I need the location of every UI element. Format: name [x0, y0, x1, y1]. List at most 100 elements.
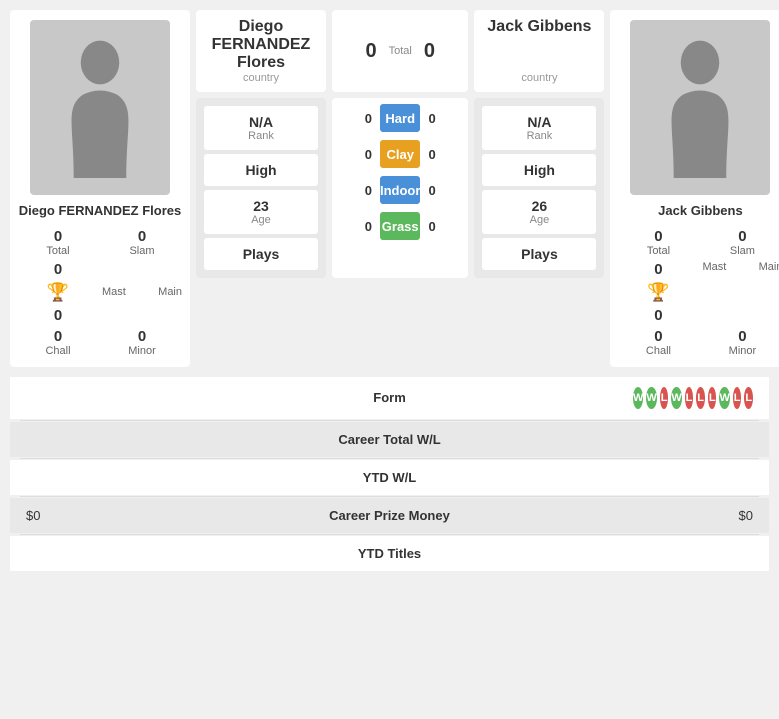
right-name-area: Jack Gibbens country — [474, 10, 604, 92]
ytd-titles-label: YTD Titles — [146, 546, 633, 561]
name-score-outer: Diego FERNANDEZ Flores country 0 Total 0… — [196, 10, 604, 92]
grass-bar: Grass — [380, 212, 420, 240]
right-slam-label: Slam — [730, 245, 755, 257]
form-badge-l: L — [685, 387, 694, 409]
right-minor-value: 0 — [738, 328, 746, 345]
bottom-stats: Form WWLWLLLWLL Career Total W/L YTD W/L… — [0, 377, 779, 581]
score-left: 0 — [365, 40, 376, 63]
indoor-score-left: 0 — [342, 183, 372, 198]
career-total-row: Career Total W/L — [10, 422, 769, 457]
grass-score-left: 0 — [342, 219, 372, 234]
right-slam-block: 0 Slam — [702, 228, 779, 257]
right-center-name: Jack Gibbens — [487, 18, 591, 72]
score-right: 0 — [424, 40, 435, 63]
right-mast-block: 0 🏆 0 — [618, 261, 698, 324]
left-minor-label: Minor — [128, 345, 156, 357]
left-total-block: 0 Total — [18, 228, 98, 257]
left-country: country — [243, 72, 279, 84]
right-rank-label: Rank — [492, 130, 586, 142]
right-info-panel: N/A Rank High 26 Age Plays — [474, 98, 604, 278]
left-mast-block: 0 🏆 0 — [18, 261, 98, 324]
divider-4 — [20, 534, 759, 535]
left-total-label: Total — [46, 245, 69, 257]
clay-score-left: 0 — [342, 147, 372, 162]
surface-row-hard: 0 Hard 0 — [342, 104, 458, 132]
prize-right: $0 — [633, 508, 753, 523]
left-name-area: Diego FERNANDEZ Flores country — [196, 10, 326, 92]
left-player-card: Diego FERNANDEZ Flores 0 Total 0 Slam 0 … — [10, 10, 190, 367]
left-plays-value: Plays — [214, 246, 308, 262]
grass-score-right: 0 — [428, 219, 458, 234]
left-high-row: High — [204, 154, 318, 186]
left-player-avatar — [30, 20, 170, 195]
form-badge-w: W — [719, 387, 729, 409]
form-right-val: WWLWLLLWLL — [633, 387, 753, 409]
hard-score-right: 0 — [428, 111, 458, 126]
right-plays-row: Plays — [482, 238, 596, 270]
right-minor-label: Minor — [729, 345, 757, 357]
right-age-row: 26 Age — [482, 190, 596, 234]
right-age-value: 26 — [492, 198, 586, 214]
left-chall-block: 0 Chall — [18, 328, 98, 357]
right-slam-value: 0 — [738, 228, 746, 245]
form-badge-l: L — [696, 387, 705, 409]
right-player-stats: 0 Total 0 Slam 0 🏆 0 Mast — [618, 228, 779, 357]
left-rank-row: N/A Rank — [204, 106, 318, 150]
left-player-stats: 0 Total 0 Slam 0 🏆 0 Mast — [18, 228, 182, 357]
indoor-score-right: 0 — [428, 183, 458, 198]
clay-bar: Clay — [380, 140, 420, 168]
center-surfaces: 0 Hard 0 0 Clay 0 0 Indoor 0 — [332, 98, 468, 278]
left-minor-block: 0 Minor — [102, 328, 182, 357]
left-age-label: Age — [214, 214, 308, 226]
left-rank-value: N/A — [214, 114, 308, 130]
right-mast-labels: Mast Main — [702, 261, 779, 324]
middle-section: Diego FERNANDEZ Flores country 0 Total 0… — [196, 10, 604, 367]
form-label: Form — [146, 390, 633, 405]
left-info-panel: N/A Rank High 23 Age Plays — [196, 98, 326, 278]
left-rank-label: Rank — [214, 130, 308, 142]
left-plays-row: Plays — [204, 238, 318, 270]
left-slam-value: 0 — [138, 228, 146, 245]
middle-panels-row: N/A Rank High 23 Age Plays — [196, 98, 604, 278]
form-row: Form WWLWLLLWLL — [10, 377, 769, 419]
right-minor-block: 0 Minor — [702, 328, 779, 357]
form-badge-l: L — [733, 387, 742, 409]
left-center-name: Diego FERNANDEZ Flores — [204, 18, 318, 72]
ytd-wl-label: YTD W/L — [146, 470, 633, 485]
surface-row-clay: 0 Clay 0 — [342, 140, 458, 168]
right-plays-value: Plays — [492, 246, 586, 262]
right-high-value: High — [492, 162, 586, 178]
divider-2 — [20, 458, 759, 459]
form-badge-l: L — [660, 387, 669, 409]
right-rank-value: N/A — [492, 114, 586, 130]
right-total-value: 0 — [654, 228, 662, 245]
right-player-name: Jack Gibbens — [658, 203, 743, 220]
clay-score-right: 0 — [428, 147, 458, 162]
left-trophy-icon: 🏆 — [47, 282, 69, 303]
right-total-block: 0 Total — [618, 228, 698, 257]
right-country: country — [521, 72, 557, 84]
right-mast-label: Mast — [702, 261, 726, 273]
hard-score-left: 0 — [342, 111, 372, 126]
right-high-row: High — [482, 154, 596, 186]
career-total-label: Career Total W/L — [146, 432, 633, 447]
right-trophy-icon: 🏆 — [647, 282, 669, 303]
left-slam-block: 0 Slam — [102, 228, 182, 257]
right-chall-value: 0 — [654, 328, 662, 345]
right-chall-block: 0 Chall — [618, 328, 698, 357]
left-total-value: 0 — [54, 228, 62, 245]
left-high-value: High — [214, 162, 308, 178]
left-age-value: 23 — [214, 198, 308, 214]
right-player-card: Jack Gibbens 0 Total 0 Slam 0 🏆 0 — [610, 10, 779, 367]
left-mast-value: 0 — [54, 261, 62, 278]
left-minor-value: 0 — [138, 328, 146, 345]
prize-left: $0 — [26, 508, 146, 523]
ytd-wl-row: YTD W/L — [10, 460, 769, 495]
right-main-label: Main — [759, 261, 779, 273]
hard-bar: Hard — [380, 104, 420, 132]
left-mast-label-block: Mast Main — [102, 261, 182, 324]
center-score-area: 0 Total 0 — [332, 10, 468, 92]
left-mast-label: Mast — [102, 286, 126, 298]
left-age-row: 23 Age — [204, 190, 318, 234]
left-main-value: 0 — [54, 307, 62, 324]
